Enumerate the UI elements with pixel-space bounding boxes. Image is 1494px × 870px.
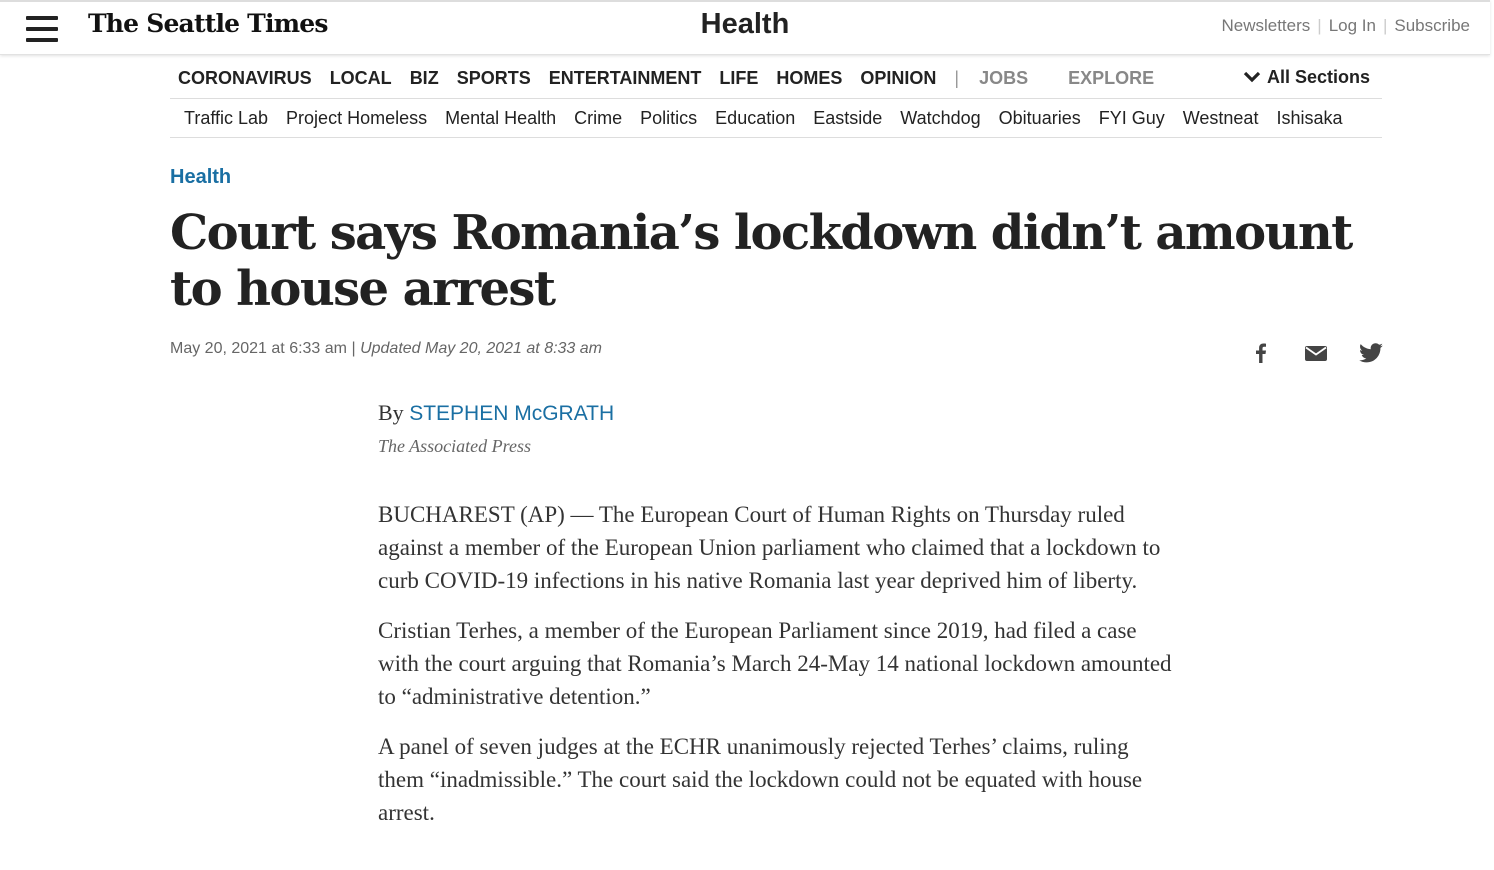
subnav-item-politics[interactable]: Politics	[640, 108, 697, 128]
dateline-separator: |	[351, 340, 356, 357]
nav-item-coronavirus[interactable]: CORONAVIRUS	[178, 68, 312, 88]
subnav-item-project-homeless[interactable]: Project Homeless	[286, 108, 427, 128]
article-paragraph: Cristian Terhes, a member of the Europea…	[378, 618, 1172, 709]
email-icon[interactable]	[1303, 340, 1329, 366]
subnav-item-westneat[interactable]: Westneat	[1183, 108, 1259, 128]
primary-nav: CORONAVIRUS LOCAL BIZ SPORTS ENTERTAINMENT LI…	[170, 66, 1382, 99]
author-link[interactable]: STEPHEN McGRATH	[409, 402, 614, 425]
subnav-item-ishisaka[interactable]: Ishisaka	[1276, 108, 1342, 128]
utility-divider: |	[1317, 16, 1322, 35]
all-sections-button[interactable]: All Sections	[1243, 67, 1370, 88]
subnav-item-traffic-lab[interactable]: Traffic Lab	[184, 108, 268, 128]
article-body: BUCHAREST (AP) — The European Court of H…	[378, 498, 1178, 846]
subnav-item-mental-health[interactable]: Mental Health	[445, 108, 556, 128]
utility-links: Newsletters | Log In | Subscribe	[1221, 16, 1470, 36]
top-bar: The Seattle Times Health Newsletters | Log…	[0, 0, 1490, 55]
facebook-icon[interactable]	[1248, 340, 1274, 366]
twitter-icon[interactable]	[1358, 340, 1384, 366]
subnav-item-education[interactable]: Education	[715, 108, 795, 128]
nav-item-sports[interactable]: SPORTS	[457, 68, 531, 88]
secondary-nav-items: Traffic Lab Project Homeless Mental Health…	[184, 108, 1361, 129]
article-headline: Court says Romania’s lockdown didn’t amo…	[170, 205, 1353, 317]
nav-item-opinion[interactable]: OPINION	[860, 68, 936, 88]
menu-icon[interactable]	[26, 16, 58, 42]
article-paragraph: A panel of seven judges at the ECHR unan…	[378, 734, 1143, 825]
nav-divider: |	[954, 68, 960, 88]
article-kicker[interactable]: Health	[170, 166, 231, 189]
nav-item-homes[interactable]: HOMES	[776, 68, 842, 88]
nav-item-life[interactable]: LIFE	[719, 68, 758, 88]
byline-prefix: By	[378, 400, 404, 425]
secondary-nav: Traffic Lab Project Homeless Mental Health…	[170, 99, 1382, 138]
byline-organization: The Associated Press	[378, 436, 531, 456]
primary-nav-items: CORONAVIRUS LOCAL BIZ SPORTS ENTERTAINMENT LI…	[178, 68, 1194, 89]
published-date: May 20, 2021 at 6:33 am	[170, 340, 347, 357]
subnav-item-obituaries[interactable]: Obituaries	[999, 108, 1081, 128]
nav-item-jobs[interactable]: JOBS	[979, 68, 1028, 88]
chevron-down-icon	[1243, 71, 1261, 86]
site-logo[interactable]: The Seattle Times	[88, 9, 328, 38]
subnav-item-watchdog[interactable]: Watchdog	[900, 108, 980, 128]
dateline: May 20, 2021 at 6:33 am | Updated May 20…	[170, 340, 602, 358]
subnav-item-fyi-guy[interactable]: FYI Guy	[1099, 108, 1165, 128]
login-link[interactable]: Log In	[1329, 16, 1376, 35]
nav-item-local[interactable]: LOCAL	[330, 68, 392, 88]
subnav-item-eastside[interactable]: Eastside	[813, 108, 882, 128]
section-title[interactable]: Health	[701, 8, 790, 40]
newsletters-link[interactable]: Newsletters	[1221, 16, 1310, 35]
byline: By STEPHEN McGRATH	[378, 400, 614, 426]
nav-item-explore[interactable]: EXPLORE	[1068, 68, 1154, 88]
utility-divider: |	[1382, 16, 1388, 35]
nav-item-biz[interactable]: BIZ	[410, 68, 439, 88]
subnav-item-crime[interactable]: Crime	[574, 108, 622, 128]
nav-item-entertainment[interactable]: ENTERTAINMENT	[549, 68, 702, 88]
subscribe-link[interactable]: Subscribe	[1394, 16, 1470, 35]
all-sections-label: All Sections	[1266, 67, 1370, 87]
article-paragraph: BUCHAREST (AP) — The European Court of H…	[378, 502, 1161, 593]
updated-date: Updated May 20, 2021 at 8:33 am	[360, 340, 602, 357]
